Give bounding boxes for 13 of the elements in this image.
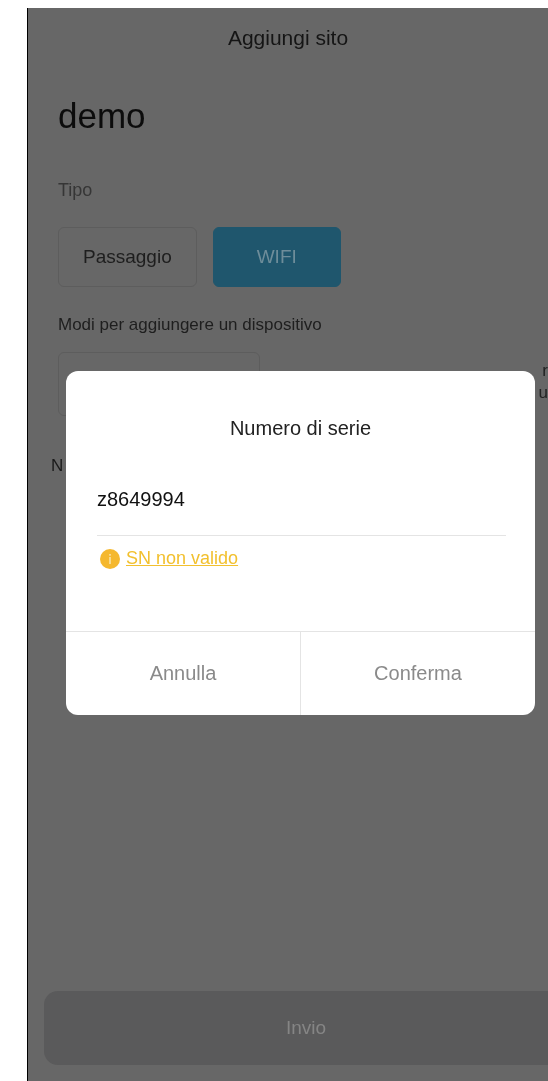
dialog-title: Numero di serie (228, 417, 373, 440)
dialog-button[interactable]: Annulla (66, 632, 300, 715)
method-option-text: u (538, 382, 548, 404)
field-label: N (51, 456, 64, 475)
error-message: SN non valido (126, 548, 239, 569)
dialog-button[interactable]: Conferma (300, 632, 535, 715)
serial-input-field[interactable]: z8649994 (97, 488, 506, 536)
add-methods-label: Modi per aggiungere un dispositivo (58, 315, 323, 335)
page-title: Aggiungi sito (226, 26, 350, 50)
method-option-text: r (542, 360, 548, 382)
type-option[interactable]: Passaggio (58, 227, 197, 287)
type-option[interactable]: WIFI (212, 227, 341, 287)
site-name: demo (58, 96, 147, 136)
